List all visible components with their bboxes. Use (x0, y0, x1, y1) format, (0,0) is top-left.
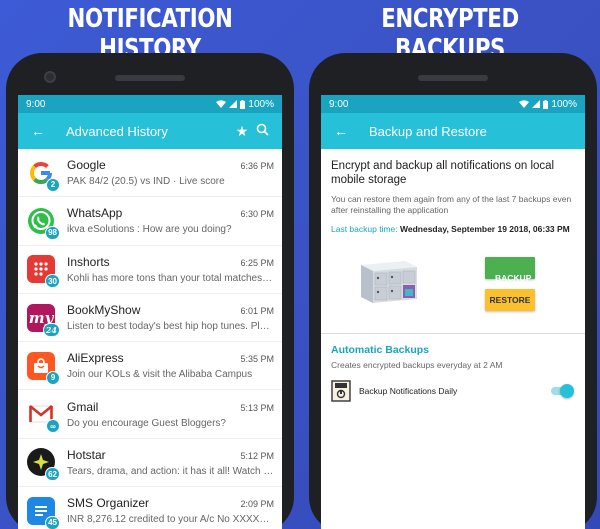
notification-message: Tears, drama, and action: it has it all!… (67, 465, 274, 477)
phone-frame-right: 9:00 100% ← Backup and Restore Encrypt a… (309, 53, 597, 529)
hotstar-icon: 62 (27, 448, 60, 482)
gmail-icon: ∞ (27, 400, 60, 434)
list-item[interactable]: 62 Hotstar 5:12 PM Tears, drama, and act… (18, 439, 282, 488)
count-badge: 24 (42, 322, 60, 337)
notification-message: Kohli has more tons than your total matc… (67, 272, 274, 284)
last-backup-value: Wednesday, September 19 2018, 06:33 PM (400, 224, 570, 234)
list-item[interactable]: my 24 BookMyShow 6:01 PM Listen to best … (18, 294, 282, 343)
count-badge: 98 (45, 225, 60, 240)
backup-button[interactable]: BACKUP (485, 257, 535, 283)
screen-backup-restore: 9:00 100% ← Backup and Restore Encrypt a… (321, 95, 585, 529)
list-item[interactable]: 30 Inshorts 6:25 PM Kohli has more tons … (18, 246, 282, 294)
automatic-backups-heading: Automatic Backups (331, 344, 430, 356)
backup-headline: Encrypt and backup all notifications on … (331, 160, 555, 186)
notification-time: 5:12 PM (240, 450, 274, 461)
battery-percent: 100% (248, 98, 274, 110)
app-name: Inshorts (67, 254, 110, 269)
whatsapp-icon: 98 (27, 207, 60, 240)
app-name: AliExpress (67, 351, 124, 366)
star-icon[interactable]: ★ (232, 123, 252, 140)
app-name: WhatsApp (67, 206, 123, 221)
backup-description: You can restore them again from any of t… (331, 194, 572, 215)
notification-time: 6:30 PM (240, 209, 274, 220)
notification-message: Do you encourage Guest Bloggers? (67, 417, 226, 429)
notification-time: 5:13 PM (240, 402, 274, 413)
count-badge: 2 (46, 177, 60, 192)
speaker-grille (418, 75, 488, 81)
sms-organizer-icon: 45 (27, 496, 60, 529)
app-name: SMS Organizer (67, 496, 150, 511)
notification-message: Join our KOLs & visit the Alibaba Campus (67, 369, 253, 381)
list-item[interactable]: ∞ Gmail 5:13 PM Do you encourage Guest B… (18, 390, 282, 439)
daily-backup-setting: Backup Notifications Daily (331, 380, 575, 402)
inshorts-icon: 30 (27, 255, 60, 289)
back-arrow-icon[interactable]: ← (331, 123, 351, 139)
count-badge: 9 (46, 370, 60, 385)
aliexpress-icon: 9 (27, 351, 60, 385)
restore-button[interactable]: RESTORE (485, 289, 535, 311)
daily-backup-label: Backup Notifications Daily (359, 386, 458, 396)
count-badge: 45 (45, 515, 60, 529)
app-name: Google (67, 158, 106, 173)
google-icon: 2 (27, 158, 60, 192)
battery-icon (543, 99, 549, 109)
notification-time: 2:09 PM (240, 499, 274, 510)
daily-backup-toggle[interactable] (549, 384, 574, 398)
signal-icon (532, 100, 541, 108)
backup-illustration-area: BACKUP RESTORE (331, 243, 575, 329)
signal-icon (229, 100, 238, 108)
page-title: Advanced History (66, 123, 168, 139)
backup-content: Encrypt and backup all notifications on … (321, 149, 585, 402)
automatic-backups-description: Creates encrypted backups everyday at 2 … (331, 360, 503, 370)
notification-time: 6:01 PM (240, 306, 274, 317)
notification-message: ikva eSolutions : How are you doing? (67, 224, 232, 236)
front-camera (44, 71, 56, 83)
notification-message: Listen to best today's best hip hop tune… (67, 321, 274, 333)
screen-notification-history: 9:00 100% ← Advanced History ★ 2 Google … (18, 95, 282, 529)
notification-list: 2 Google 6:36 PM PAK 84/2 (20.5) vs IND … (18, 149, 282, 529)
list-item[interactable]: 45 SMS Organizer 2:09 PM INR 8,276.12 cr… (18, 487, 282, 529)
battery-percent: 100% (551, 98, 577, 110)
list-item[interactable]: 98 WhatsApp 6:30 PM ikva eSolutions : Ho… (18, 197, 282, 246)
speaker-grille (115, 75, 185, 81)
wifi-icon (216, 100, 227, 108)
notification-time: 6:25 PM (240, 257, 274, 268)
phone-frame-left: 9:00 100% ← Advanced History ★ 2 Google … (6, 53, 294, 529)
notification-time: 6:36 PM (240, 161, 274, 172)
app-bar: ← Backup and Restore (321, 113, 585, 149)
notification-time: 5:35 PM (240, 354, 274, 365)
list-item[interactable]: 2 Google 6:36 PM PAK 84/2 (20.5) vs IND … (18, 149, 282, 198)
app-name: Gmail (67, 399, 99, 414)
last-backup-label: Last backup time: (331, 224, 398, 234)
section-divider (321, 333, 585, 334)
app-name: Hotstar (67, 447, 106, 462)
battery-icon (240, 99, 246, 109)
headline-encrypted-backups: ENCRYPTED BACKUPS (381, 4, 519, 64)
count-badge: ∞ (46, 419, 60, 434)
archive-box-icon (331, 380, 351, 402)
notification-message: PAK 84/2 (20.5) vs IND · Live score (67, 176, 225, 188)
status-bar: 9:00 100% (18, 95, 282, 113)
status-bar: 9:00 100% (321, 95, 585, 113)
list-item[interactable]: 9 AliExpress 5:35 PM Join our KOLs & vis… (18, 342, 282, 391)
last-backup-time: Last backup time: Wednesday, September 1… (331, 224, 575, 235)
search-icon[interactable] (252, 123, 272, 139)
headline-notification-history: NOTIFICATION HISTORY (67, 4, 233, 64)
notification-message: INR 8,276.12 credited to your A/c No XXX… (67, 514, 274, 526)
wifi-icon (519, 100, 530, 108)
bookmyshow-icon: my 24 (27, 303, 60, 337)
locker-illustration-icon (361, 261, 417, 303)
app-bar: ← Advanced History ★ (18, 113, 282, 149)
page-title: Backup and Restore (369, 123, 487, 139)
status-time: 9:00 (26, 98, 46, 110)
count-badge: 30 (45, 274, 60, 289)
back-arrow-icon[interactable]: ← (28, 123, 48, 139)
app-name: BookMyShow (67, 303, 141, 318)
status-time: 9:00 (329, 98, 349, 110)
count-badge: 62 (45, 467, 60, 482)
